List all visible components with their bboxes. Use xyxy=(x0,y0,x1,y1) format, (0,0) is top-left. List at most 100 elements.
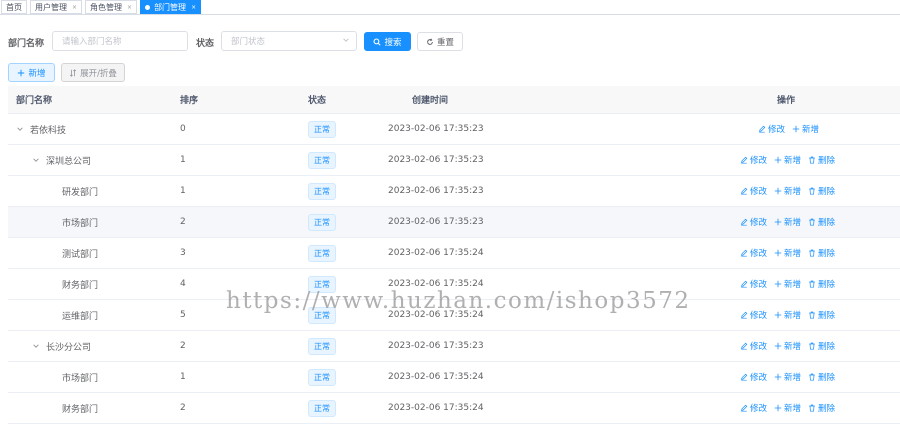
plus-link[interactable]: 新增 xyxy=(792,123,819,135)
delete-icon xyxy=(808,280,818,288)
edit-link[interactable]: 修改 xyxy=(740,340,767,352)
status-badge: 正常 xyxy=(308,151,336,169)
add-button-label: 新增 xyxy=(28,68,46,79)
plus-link[interactable]: 新增 xyxy=(774,402,801,414)
chevron-down-icon[interactable] xyxy=(32,342,42,353)
cell-sort: 3 xyxy=(180,248,186,258)
edit-link[interactable]: 修改 xyxy=(740,185,767,197)
plus-link[interactable]: 新增 xyxy=(774,278,801,290)
op-label: 新增 xyxy=(784,280,802,290)
op-label: 修改 xyxy=(750,156,768,166)
delete-link[interactable]: 删除 xyxy=(808,216,835,228)
delete-link[interactable]: 删除 xyxy=(808,185,835,197)
table-row[interactable]: 深圳总公司 1 正常 2023-02-06 17:35:23 修改 新增 删除 xyxy=(8,145,900,176)
search-button-label: 搜索 xyxy=(384,37,402,48)
expand-toggle-button[interactable]: 展开/折叠 xyxy=(61,63,125,82)
tag-0[interactable]: 首页 xyxy=(1,0,27,14)
plus-icon xyxy=(774,311,784,319)
cell-sort: 1 xyxy=(180,372,186,382)
dept-name: 财务部门 xyxy=(62,404,99,415)
edit-link[interactable]: 修改 xyxy=(740,278,767,290)
plus-link[interactable]: 新增 xyxy=(774,371,801,383)
tag-1[interactable]: 用户管理 × xyxy=(30,0,83,14)
edit-link[interactable]: 修改 xyxy=(740,247,767,259)
plus-icon xyxy=(774,249,784,257)
op-label: 删除 xyxy=(818,249,836,259)
delete-link[interactable]: 删除 xyxy=(808,340,835,352)
table-row[interactable]: 市场部门 1 正常 2023-02-06 17:35:24 修改 新增 删除 xyxy=(8,362,900,393)
op-label: 新增 xyxy=(784,373,802,383)
status-badge: 正常 xyxy=(308,213,336,231)
tags-view: 首页 用户管理 × 角色管理 × 部门管理 × xyxy=(0,0,900,15)
cell-status: 正常 xyxy=(308,337,336,355)
add-button[interactable]: 新增 xyxy=(8,63,55,82)
edit-link[interactable]: 修改 xyxy=(740,371,767,383)
op-label: 删除 xyxy=(818,187,836,197)
dept-name-input[interactable]: 请输入部门名称 xyxy=(52,31,188,51)
plus-link[interactable]: 新增 xyxy=(774,340,801,352)
edit-link[interactable]: 修改 xyxy=(740,154,767,166)
tag-label: 用户管理 xyxy=(35,2,67,12)
plus-link[interactable]: 新增 xyxy=(774,309,801,321)
cell-create-time: 2023-02-06 17:35:24 xyxy=(388,403,484,413)
cell-status: 正常 xyxy=(308,399,336,417)
edit-link[interactable]: 修改 xyxy=(758,123,785,135)
edit-link[interactable]: 修改 xyxy=(740,309,767,321)
op-label: 新增 xyxy=(784,156,802,166)
op-label: 删除 xyxy=(818,156,836,166)
plus-link[interactable]: 新增 xyxy=(774,216,801,228)
op-label: 修改 xyxy=(750,187,768,197)
column-header-name: 部门名称 xyxy=(16,96,53,106)
cell-name: 深圳总公司 xyxy=(16,154,91,167)
dept-name: 测试部门 xyxy=(62,249,99,260)
search-icon xyxy=(374,38,382,46)
cell-name: 测试部门 xyxy=(16,247,98,260)
edit-link[interactable]: 修改 xyxy=(740,402,767,414)
table-row[interactable]: 若依科技 0 正常 2023-02-06 17:35:23 修改 新增 xyxy=(8,114,900,145)
column-header-ops: 操作 xyxy=(777,96,796,106)
plus-link[interactable]: 新增 xyxy=(774,185,801,197)
op-label: 修改 xyxy=(750,280,768,290)
cell-ops: 修改 新增 删除 xyxy=(740,340,842,352)
cell-name: 研发部门 xyxy=(16,185,98,198)
tag-2[interactable]: 角色管理 × xyxy=(85,0,138,14)
cell-sort: 2 xyxy=(180,341,186,351)
delete-link[interactable]: 删除 xyxy=(808,402,835,414)
delete-icon xyxy=(808,342,818,350)
op-label: 新增 xyxy=(784,342,802,352)
table-row[interactable]: 研发部门 1 正常 2023-02-06 17:35:23 修改 新增 删除 xyxy=(8,176,900,207)
status-select[interactable]: 部门状态 xyxy=(221,31,357,51)
reset-button[interactable]: 重置 xyxy=(417,32,463,51)
plus-link[interactable]: 新增 xyxy=(774,247,801,259)
column-header-sort: 排序 xyxy=(180,96,199,106)
active-dot-icon xyxy=(145,4,151,10)
delete-link[interactable]: 删除 xyxy=(808,309,835,321)
cell-ops: 修改 新增 删除 xyxy=(740,371,842,383)
status-badge: 正常 xyxy=(308,120,336,138)
chevron-down-icon[interactable] xyxy=(32,156,42,167)
delete-link[interactable]: 删除 xyxy=(808,371,835,383)
dept-name: 研发部门 xyxy=(62,187,99,198)
table-row[interactable]: 测试部门 3 正常 2023-02-06 17:35:24 修改 新增 删除 xyxy=(8,238,900,269)
column-header-status: 状态 xyxy=(308,96,327,106)
close-icon[interactable]: × xyxy=(127,4,132,11)
cell-sort: 1 xyxy=(180,186,186,196)
close-icon[interactable]: × xyxy=(72,4,77,11)
op-label: 修改 xyxy=(768,125,786,135)
delete-link[interactable]: 删除 xyxy=(808,278,835,290)
dept-name-placeholder: 请输入部门名称 xyxy=(62,37,122,47)
delete-link[interactable]: 删除 xyxy=(808,154,835,166)
delete-link[interactable]: 删除 xyxy=(808,247,835,259)
search-button[interactable]: 搜索 xyxy=(364,32,411,51)
table-row[interactable]: 财务部门 2 正常 2023-02-06 17:35:24 修改 新增 删除 xyxy=(8,393,900,424)
chevron-down-icon[interactable] xyxy=(16,125,26,136)
table-row[interactable]: 长沙分公司 2 正常 2023-02-06 17:35:23 修改 新增 删除 xyxy=(8,331,900,362)
tag-3[interactable]: 部门管理 × xyxy=(140,0,202,14)
delete-icon xyxy=(808,404,818,412)
table-row[interactable]: 市场部门 2 正常 2023-02-06 17:35:23 修改 新增 删除 xyxy=(8,207,900,238)
dept-name-label: 部门名称 xyxy=(8,39,45,49)
plus-link[interactable]: 新增 xyxy=(774,154,801,166)
edit-link[interactable]: 修改 xyxy=(740,216,767,228)
op-label: 删除 xyxy=(818,311,836,321)
close-icon[interactable]: × xyxy=(191,4,196,11)
